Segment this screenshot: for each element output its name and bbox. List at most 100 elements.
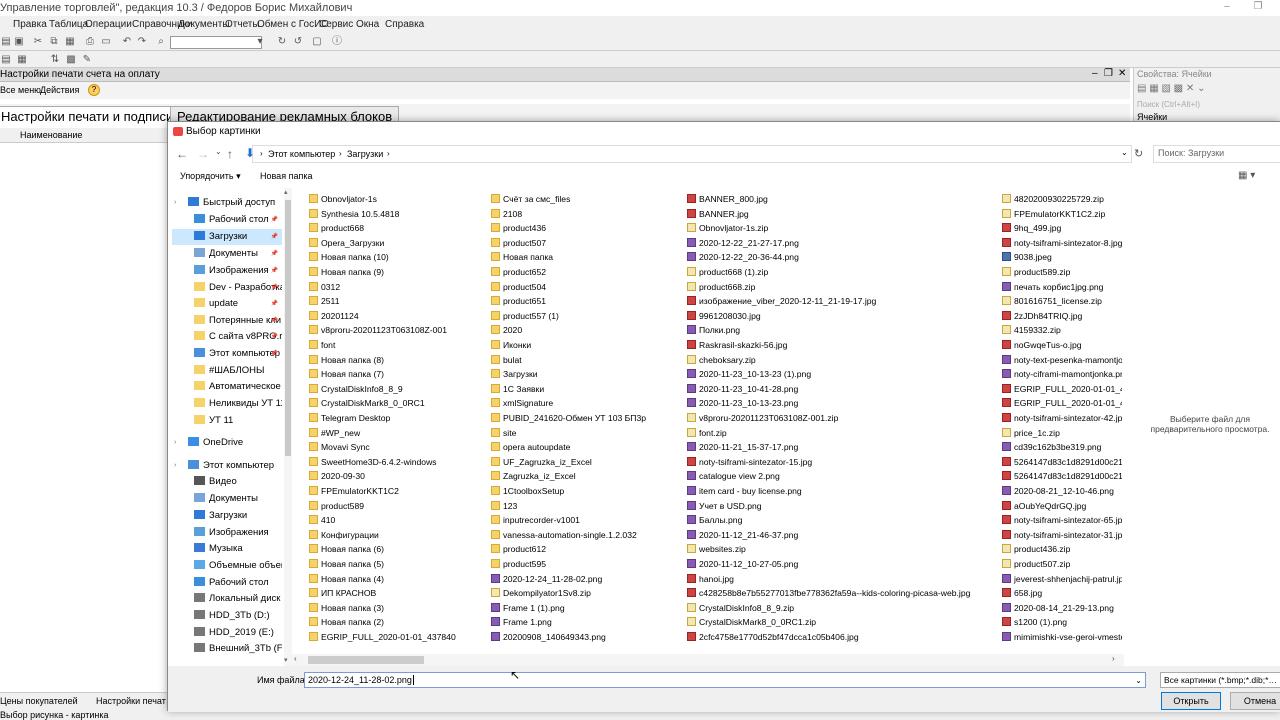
menu-item[interactable]: Отчеты: [225, 19, 260, 30]
open-button[interactable]: Открыть: [1161, 692, 1221, 710]
breadcrumb-this-pc[interactable]: Этот компьютер: [268, 149, 335, 159]
file-item[interactable]: product589.zip: [1002, 265, 1122, 279]
nav-item[interactable]: HDD_3Tb (D:): [172, 608, 282, 624]
file-item[interactable]: Opera_Загрузки: [309, 236, 487, 250]
file-item[interactable]: 0312: [309, 280, 487, 294]
minimize-icon[interactable]: ‒: [1092, 68, 1098, 79]
expand-chevron-icon[interactable]: ›: [174, 435, 176, 451]
file-item[interactable]: CrystalDiskInfo8_8_9: [309, 382, 487, 396]
file-item[interactable]: Новая папка (10): [309, 250, 487, 264]
file-item[interactable]: product668: [309, 221, 487, 235]
file-item[interactable]: Новая папка (2): [309, 615, 487, 629]
file-item[interactable]: xmlSignature: [491, 396, 681, 410]
file-item[interactable]: 801616751_license.zip: [1002, 294, 1122, 308]
file-item[interactable]: Movavi Sync: [309, 440, 487, 454]
file-item[interactable]: vanessa-automation-single.1.2.032: [491, 528, 681, 542]
file-item[interactable]: product612: [491, 542, 681, 556]
file-item[interactable]: aOubYeQdrGQ.jpg: [1002, 499, 1122, 513]
nav-item[interactable]: Потерянные кли 📌: [172, 313, 282, 329]
breadcrumb-chevron-icon[interactable]: ›: [339, 149, 342, 158]
file-item[interactable]: jeverest-shhenjachij-patrul.jpg: [1002, 572, 1122, 586]
file-item[interactable]: font: [309, 338, 487, 352]
file-item[interactable]: UF_Zagruzka_iz_Excel: [491, 455, 681, 469]
file-item[interactable]: product436: [491, 221, 681, 235]
nav-item[interactable]: Видео: [172, 474, 282, 490]
file-list-scrollbar[interactable]: ‹ ›: [292, 654, 1124, 666]
menu-item[interactable]: Обмен с ГосИС: [257, 19, 329, 30]
sort-icon[interactable]: ⇅: [49, 54, 61, 66]
file-item[interactable]: FPEmulatorKKT1C2: [309, 484, 487, 498]
properties-search[interactable]: Поиск (Ctrl+Alt+I): [1137, 100, 1257, 109]
list-icon[interactable]: ▤: [0, 54, 12, 66]
nav-item[interactable]: Объемные объекты: [172, 558, 282, 574]
file-item[interactable]: Иконки: [491, 338, 681, 352]
toolbar-search-combo[interactable]: [170, 36, 262, 49]
window-tab-prices[interactable]: Цены покупателей: [0, 696, 86, 706]
file-item[interactable]: 5264147d83c1d8291d00c214.png: [1002, 455, 1122, 469]
restore-icon[interactable]: ❐: [1250, 0, 1266, 14]
restore-icon[interactable]: ❐: [1104, 68, 1113, 79]
file-item[interactable]: 2511: [309, 294, 487, 308]
grid-icon[interactable]: ▩: [65, 54, 77, 66]
expand-chevron-icon[interactable]: ›: [174, 458, 176, 474]
file-item[interactable]: #WP_new: [309, 426, 487, 440]
file-item[interactable]: 410: [309, 513, 487, 527]
scroll-thumb[interactable]: [285, 200, 291, 456]
file-item[interactable]: 2020-11-21_15-37-17.png: [687, 440, 997, 454]
file-item[interactable]: FPEmulatorKKT1C2.zip: [1002, 207, 1122, 221]
file-item[interactable]: cd39c162b3be319.png: [1002, 440, 1122, 454]
open-icon[interactable]: ▤: [0, 36, 12, 48]
nav-item[interactable]: Изображения 📌: [172, 263, 282, 279]
preview-icon[interactable]: ▭: [100, 36, 112, 48]
file-item[interactable]: 1С Заявки: [491, 382, 681, 396]
file-item[interactable]: изображение_viber_2020-12-11_21-19-17.jp…: [687, 294, 997, 308]
scroll-left-icon[interactable]: ‹: [294, 654, 297, 663]
file-item[interactable]: 20200908_140649343.png: [491, 630, 681, 644]
breadcrumb-downloads[interactable]: Загрузки: [347, 149, 383, 159]
file-item[interactable]: Новая папка (9): [309, 265, 487, 279]
menu-item[interactable]: Справка: [385, 19, 424, 30]
file-item[interactable]: mimimishki-vse-geroi-vmeste: [1002, 630, 1122, 644]
new-folder-button[interactable]: Новая папка: [260, 171, 312, 181]
save-icon[interactable]: ▣: [13, 36, 25, 48]
file-item[interactable]: v8proru-20201123T063108Z-001.zip: [687, 411, 997, 425]
scroll-up-icon[interactable]: ▴: [284, 188, 288, 196]
nav-item[interactable]: update 📌: [172, 296, 282, 312]
pin-icon[interactable]: 📌: [271, 280, 278, 296]
nav-item[interactable]: Музыка: [172, 541, 282, 557]
nav-item[interactable]: С сайта v8PRO.ru 📌: [172, 329, 282, 345]
find-icon[interactable]: ⌕: [155, 36, 167, 48]
file-item[interactable]: product589: [309, 499, 487, 513]
file-item[interactable]: 2108: [491, 207, 681, 221]
file-item[interactable]: hanoi.jpg: [687, 572, 997, 586]
file-item[interactable]: noty-tsiframi-sintezator-42.jpg: [1002, 411, 1122, 425]
file-item[interactable]: 2020-12-22_21-27-17.png: [687, 236, 997, 250]
file-item[interactable]: product651: [491, 294, 681, 308]
breadcrumb-chevron-icon[interactable]: ›: [387, 149, 390, 158]
file-item[interactable]: 2zJDh84TRIQ.jpg: [1002, 309, 1122, 323]
window-icon[interactable]: ▢: [311, 36, 323, 48]
organize-button[interactable]: Упорядочить ▾: [180, 171, 241, 182]
nav-item[interactable]: Неликвиды УТ 11: [172, 396, 282, 412]
file-item[interactable]: font.zip: [687, 426, 997, 440]
file-item[interactable]: Новая папка (8): [309, 353, 487, 367]
file-item[interactable]: websites.zip: [687, 542, 997, 556]
nav-item[interactable]: › Быстрый доступ: [172, 195, 282, 211]
nav-item[interactable]: HDD_2019 (E:): [172, 625, 282, 641]
file-item[interactable]: item card - buy license.png: [687, 484, 997, 498]
up-icon[interactable]: ↑: [227, 147, 233, 161]
file-item[interactable]: product436.zip: [1002, 542, 1122, 556]
file-item[interactable]: noty-text-pesenka-mamontjonka: [1002, 353, 1122, 367]
file-item[interactable]: Конфигурации: [309, 528, 487, 542]
history-chevron-icon[interactable]: ⌄: [215, 147, 222, 156]
file-item[interactable]: 5264147d83c1d8291d00c214.png: [1002, 469, 1122, 483]
file-item[interactable]: Новая папка (7): [309, 367, 487, 381]
pin-icon[interactable]: 📌: [271, 263, 278, 279]
nav-pane-scrollbar[interactable]: ▴ ▾: [284, 188, 292, 666]
file-item[interactable]: 2020-11-12_10-27-05.png: [687, 557, 997, 571]
nav-item[interactable]: Изображения: [172, 525, 282, 541]
file-item[interactable]: noty-tsiframi-sintezator-15.jpg: [687, 455, 997, 469]
undo-icon[interactable]: ↶: [121, 36, 133, 48]
column-header-name[interactable]: Наименование: [20, 130, 82, 140]
file-item[interactable]: product557 (1): [491, 309, 681, 323]
